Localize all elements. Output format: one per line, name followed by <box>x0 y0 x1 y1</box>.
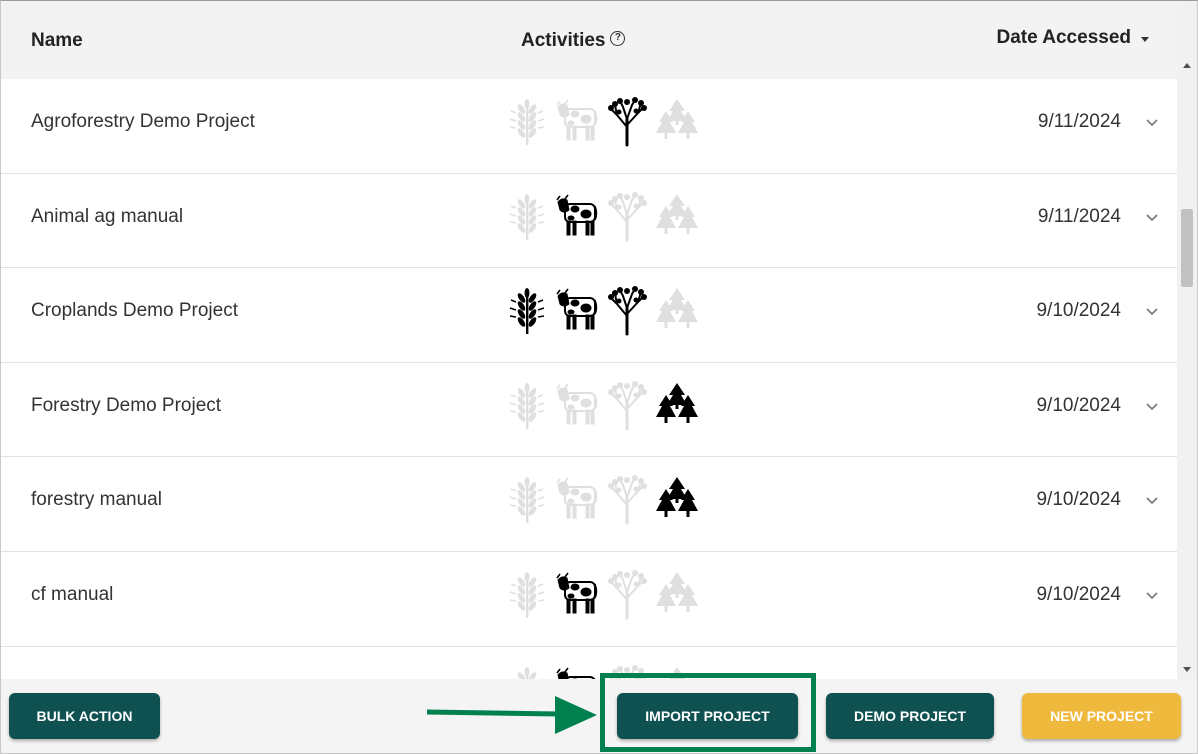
table-row[interactable] <box>1 647 1177 679</box>
highlight-box <box>600 673 816 752</box>
bulk-action-button[interactable]: BULK ACTION <box>9 693 160 739</box>
cow-icon <box>555 97 599 147</box>
column-header-name[interactable]: Name <box>31 30 83 52</box>
scrollbar[interactable] <box>1177 1 1197 679</box>
pine-trees-icon <box>655 381 699 431</box>
date-accessed: 9/11/2024 <box>1037 205 1121 227</box>
activity-icons <box>505 191 699 242</box>
project-name[interactable]: cf manual <box>31 584 113 606</box>
pine-trees-icon <box>655 475 699 525</box>
chevron-down-icon[interactable] <box>1145 212 1159 222</box>
scroll-up-arrow-icon[interactable] <box>1183 63 1191 68</box>
date-accessed: 9/10/2024 <box>1036 300 1121 322</box>
new-project-button[interactable]: NEW PROJECT <box>1022 693 1181 739</box>
chevron-down-icon[interactable] <box>1145 495 1159 505</box>
demo-project-button[interactable]: DEMO PROJECT <box>826 693 994 739</box>
cow-icon <box>555 475 599 525</box>
cow-icon <box>555 665 599 679</box>
wheat-icon <box>505 475 549 525</box>
project-name[interactable]: forestry manual <box>31 489 162 511</box>
project-list: Agroforestry Demo Project 9/11/2024 Animal… <box>1 79 1177 679</box>
chevron-down-icon[interactable] <box>1145 117 1159 127</box>
wheat-icon <box>505 570 549 620</box>
table-row[interactable]: Agroforestry Demo Project 9/11/2024 <box>1 79 1177 174</box>
date-accessed: 9/10/2024 <box>1036 489 1121 511</box>
wheat-icon <box>505 97 549 147</box>
wheat-icon <box>505 665 549 679</box>
table-row[interactable]: cf manual 9/10/2024 <box>1 552 1177 647</box>
activity-icons <box>505 475 699 525</box>
tree-icon <box>605 475 649 525</box>
pine-trees-icon <box>655 286 699 336</box>
tree-icon <box>605 380 649 431</box>
wheat-icon <box>505 381 549 431</box>
scrollbar-thumb[interactable] <box>1181 209 1193 287</box>
project-name[interactable]: Croplands Demo Project <box>31 300 238 322</box>
chevron-down-icon[interactable] <box>1145 401 1159 411</box>
tree-icon <box>605 97 649 147</box>
cow-icon <box>555 381 599 431</box>
table-row[interactable]: Animal ag manual 9/11/2024 <box>1 174 1177 269</box>
scroll-down-arrow-icon[interactable] <box>1183 667 1191 672</box>
pine-trees-icon <box>655 97 699 147</box>
column-header-date-accessed[interactable]: Date Accessed <box>997 27 1149 49</box>
table-row[interactable]: Croplands Demo Project 9/10/2024 <box>1 268 1177 363</box>
cow-icon <box>555 192 599 242</box>
pine-trees-icon <box>655 192 699 242</box>
project-name[interactable]: Agroforestry Demo Project <box>31 111 255 133</box>
wheat-icon <box>505 192 549 242</box>
tree-icon <box>605 286 649 336</box>
table-header: Name Activities ? Date Accessed <box>1 1 1177 79</box>
tree-icon <box>605 569 649 620</box>
activity-icons <box>505 569 699 620</box>
chevron-down-icon[interactable] <box>1145 590 1159 600</box>
pine-trees-icon <box>655 570 699 620</box>
date-accessed: 9/11/2024 <box>1037 111 1121 132</box>
chevron-down-icon[interactable] <box>1145 306 1159 316</box>
project-name[interactable]: Animal ag manual <box>31 206 183 228</box>
help-icon[interactable]: ? <box>610 31 626 46</box>
tree-icon <box>605 191 649 242</box>
column-header-activities: Activities ? <box>521 30 626 52</box>
activity-icons <box>505 380 699 431</box>
activity-icons <box>505 97 699 147</box>
cow-icon <box>555 570 599 620</box>
activity-icons <box>505 286 699 336</box>
pointer-arrow-icon <box>427 696 597 734</box>
sort-caret-icon[interactable] <box>1141 37 1149 42</box>
date-accessed: 9/10/2024 <box>1036 394 1121 416</box>
project-name[interactable]: Forestry Demo Project <box>31 395 221 417</box>
date-accessed: 9/10/2024 <box>1036 583 1121 605</box>
cow-icon <box>555 286 599 336</box>
table-row[interactable]: forestry manual 9/10/2024 <box>1 457 1177 552</box>
table-row[interactable]: Forestry Demo Project 9/10/2024 <box>1 363 1177 458</box>
column-header-date-label: Date Accessed <box>996 27 1131 48</box>
wheat-icon <box>505 286 549 336</box>
column-header-activities-label: Activities <box>521 30 606 51</box>
action-bar: BULK ACTION IMPORT PROJECT DEMO PROJECT … <box>1 679 1197 753</box>
